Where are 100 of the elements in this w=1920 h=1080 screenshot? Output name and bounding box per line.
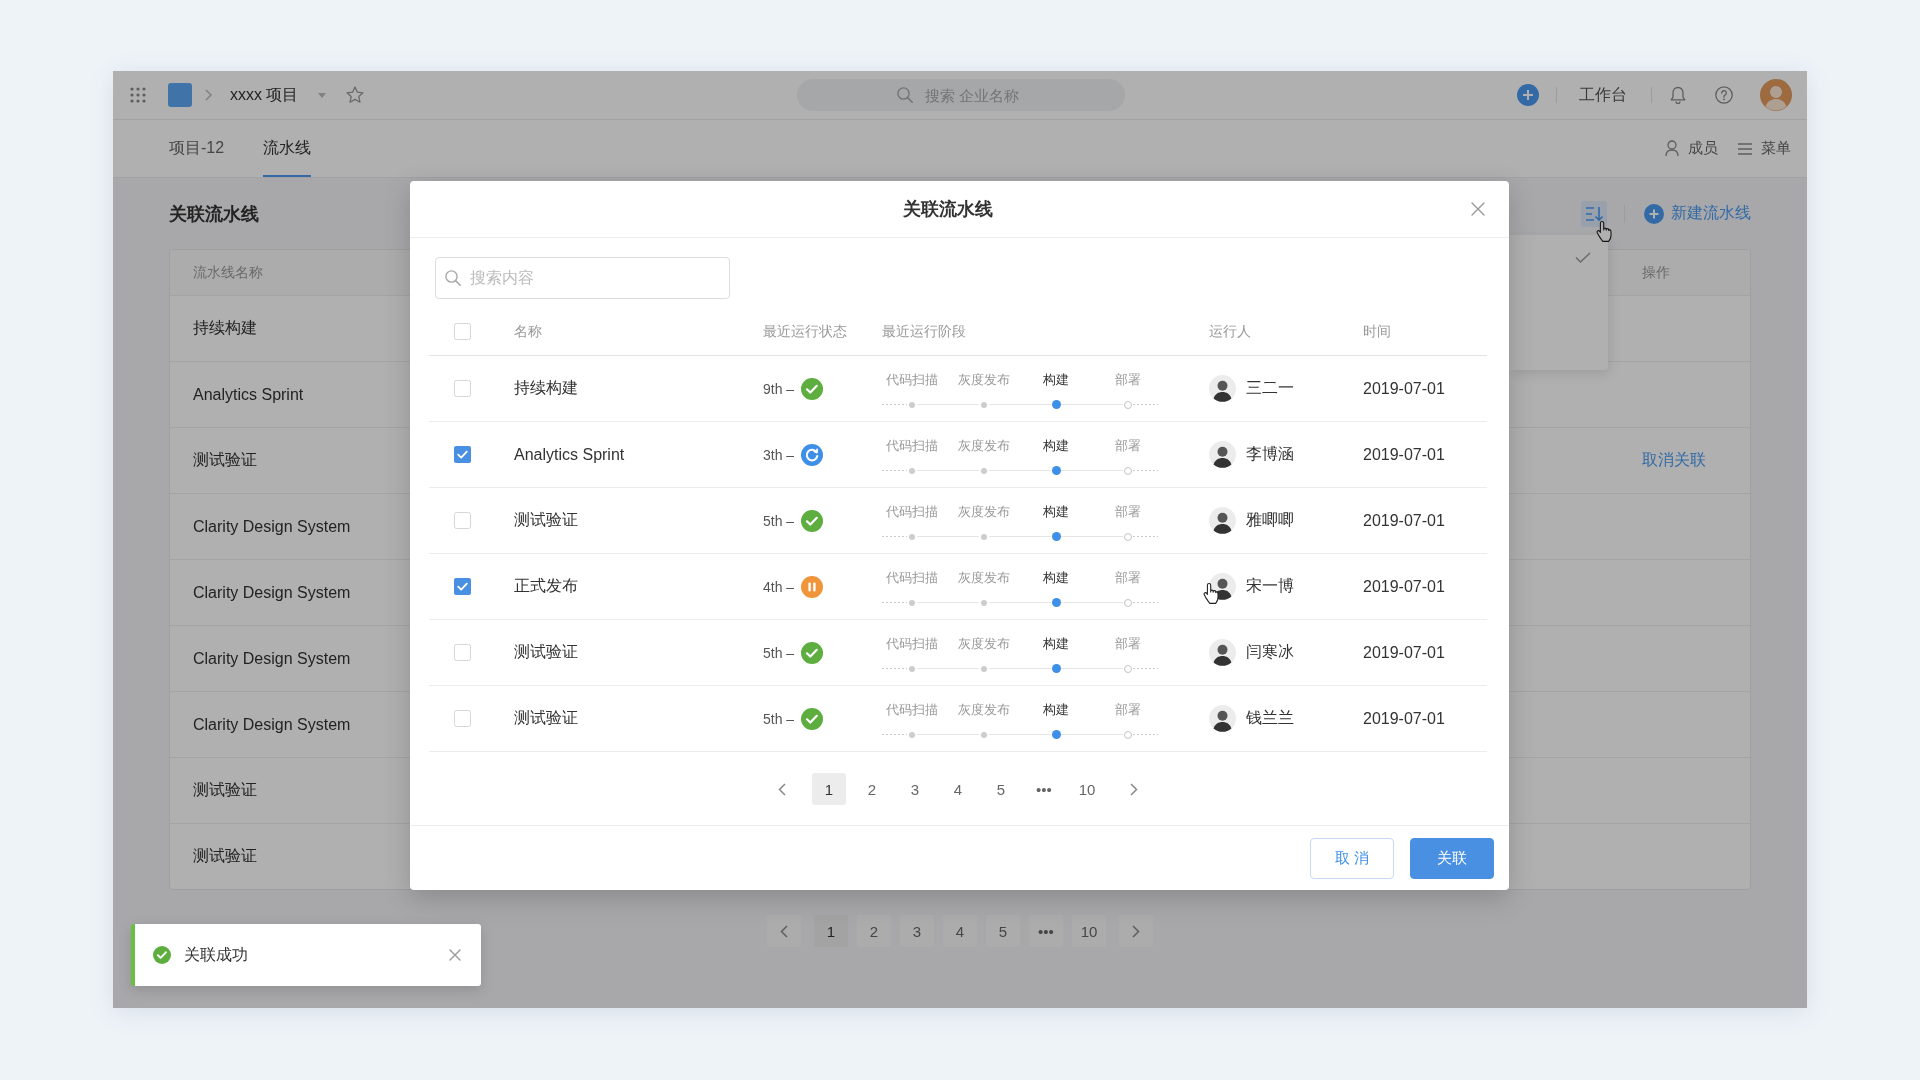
previous-page-button[interactable] (767, 915, 801, 947)
chevron-right-icon (1130, 782, 1138, 796)
select-all-checkbox[interactable] (454, 323, 471, 340)
stage-dot-icon (1051, 730, 1061, 739)
caret-down-icon[interactable] (318, 92, 327, 98)
hand-cursor-icon (1203, 582, 1221, 606)
stage-label: 灰度发布 (958, 635, 1010, 652)
avatar-icon (1209, 705, 1236, 732)
menu-button[interactable]: 菜单 (1738, 139, 1791, 158)
avatar-icon (1209, 507, 1236, 534)
page-button[interactable]: 2 (855, 773, 889, 805)
stage-dot-icon (1051, 466, 1061, 475)
run-time: 2019-07-01 (1363, 643, 1445, 662)
avatar-icon (1209, 375, 1236, 402)
runner-name: 钱兰兰 (1246, 708, 1294, 728)
dialog-title: 关联流水线 (902, 198, 993, 221)
sort-button[interactable] (1581, 200, 1607, 227)
stage-dot-icon (1051, 664, 1061, 673)
stage-ring-icon (1124, 532, 1132, 541)
column-header: 操作 (1642, 263, 1670, 282)
stage-dot-icon (1051, 400, 1061, 409)
pipeline-name: 测试验证 (193, 846, 257, 866)
unlink-link[interactable]: 取消关联 (1642, 450, 1706, 471)
page-button[interactable]: 10 (1072, 915, 1106, 947)
page-button[interactable]: 2 (857, 915, 891, 947)
stage-label: 构建 (1043, 371, 1069, 388)
confirm-button[interactable]: 关联 (1410, 837, 1494, 879)
search-icon (897, 87, 913, 103)
chevron-right-icon (205, 89, 212, 101)
run-time: 2019-07-01 (1363, 511, 1445, 530)
pipeline-name: 测试验证 (514, 510, 578, 530)
row-checkbox[interactable] (454, 446, 471, 463)
row-checkbox[interactable] (454, 380, 471, 397)
stage-ring-icon (1124, 466, 1132, 475)
run-number: 5th – (763, 710, 795, 727)
page-button[interactable]: 3 (900, 915, 934, 947)
chevron-left-icon (780, 924, 788, 938)
tab[interactable]: 流水线 (263, 120, 312, 177)
stage-label: 灰度发布 (958, 701, 1010, 718)
next-page-button[interactable] (1119, 915, 1153, 947)
row-checkbox[interactable] (454, 512, 471, 529)
person-icon (1665, 140, 1679, 157)
close-icon[interactable] (449, 949, 461, 961)
row-checkbox[interactable] (454, 644, 471, 661)
row-checkbox[interactable] (454, 578, 471, 595)
pipeline-name: 正式发布 (514, 576, 578, 596)
pipeline-name: Clarity Design System (193, 715, 351, 734)
column-header: 运行人 (1209, 322, 1251, 341)
page-button[interactable]: ••• (1027, 773, 1061, 805)
page-button[interactable]: 1 (814, 915, 848, 947)
star-icon[interactable] (346, 86, 365, 104)
pipeline-name: 持续构建 (193, 318, 257, 338)
avatar-icon[interactable] (1760, 79, 1792, 111)
run-time: 2019-07-01 (1363, 445, 1445, 464)
runner-name: 雅唧唧 (1246, 510, 1294, 530)
run-number: 5th – (763, 644, 795, 661)
cancel-button[interactable]: 取 消 (1310, 837, 1394, 879)
square-logo-icon[interactable] (168, 83, 192, 107)
stage-label: 部署 (1115, 371, 1141, 388)
search-field[interactable]: 搜索内容 (435, 257, 730, 299)
stage-label: 部署 (1115, 503, 1141, 520)
page-button[interactable]: 5 (984, 773, 1018, 805)
stage-dot-icon (981, 467, 987, 474)
plus-circle-icon[interactable] (1517, 84, 1539, 106)
stage-label: 灰度发布 (958, 569, 1010, 586)
stage-ring-icon (1124, 400, 1132, 409)
run-number: 9th – (763, 380, 795, 397)
pipeline-name: Clarity Design System (193, 583, 351, 602)
page-button[interactable]: 1 (812, 773, 846, 805)
plus-circle-icon (1644, 203, 1664, 224)
stage-label: 构建 (1043, 503, 1069, 520)
page-button[interactable]: 10 (1070, 773, 1104, 805)
stage-label: 灰度发布 (958, 503, 1010, 520)
stage-dot-icon (909, 401, 915, 408)
close-icon[interactable] (1471, 202, 1485, 216)
stage-label: 代码扫描 (886, 701, 938, 718)
project-name[interactable]: xxxx 项目 (230, 84, 299, 106)
stage-label: 部署 (1115, 437, 1141, 454)
stage-dot-icon (909, 599, 915, 606)
runner-name: 李博涵 (1246, 444, 1294, 464)
row-checkbox[interactable] (454, 710, 471, 727)
stage-label: 部署 (1115, 635, 1141, 652)
stage-dot-icon (909, 467, 915, 474)
members-button[interactable]: 成员 (1665, 139, 1718, 158)
page-button[interactable]: ••• (1029, 915, 1063, 947)
help-icon[interactable] (1715, 86, 1733, 104)
run-number: 3th – (763, 446, 795, 463)
page-button[interactable]: 3 (898, 773, 932, 805)
page-button[interactable]: 5 (986, 915, 1020, 947)
new-pipeline-button[interactable]: 新建流水线 (1644, 203, 1751, 224)
search-icon (445, 270, 461, 286)
page-button[interactable]: 4 (943, 915, 977, 947)
bell-icon[interactable] (1670, 86, 1686, 104)
workbench-link[interactable]: 工作台 (1579, 84, 1627, 106)
column-header: 最近运行状态 (763, 322, 847, 341)
tab[interactable]: 项目-12 (169, 120, 225, 177)
stage-label: 灰度发布 (958, 437, 1010, 454)
page-button[interactable]: 4 (941, 773, 975, 805)
apps-grid-icon[interactable] (130, 87, 146, 103)
stage-dot-icon (981, 401, 987, 408)
